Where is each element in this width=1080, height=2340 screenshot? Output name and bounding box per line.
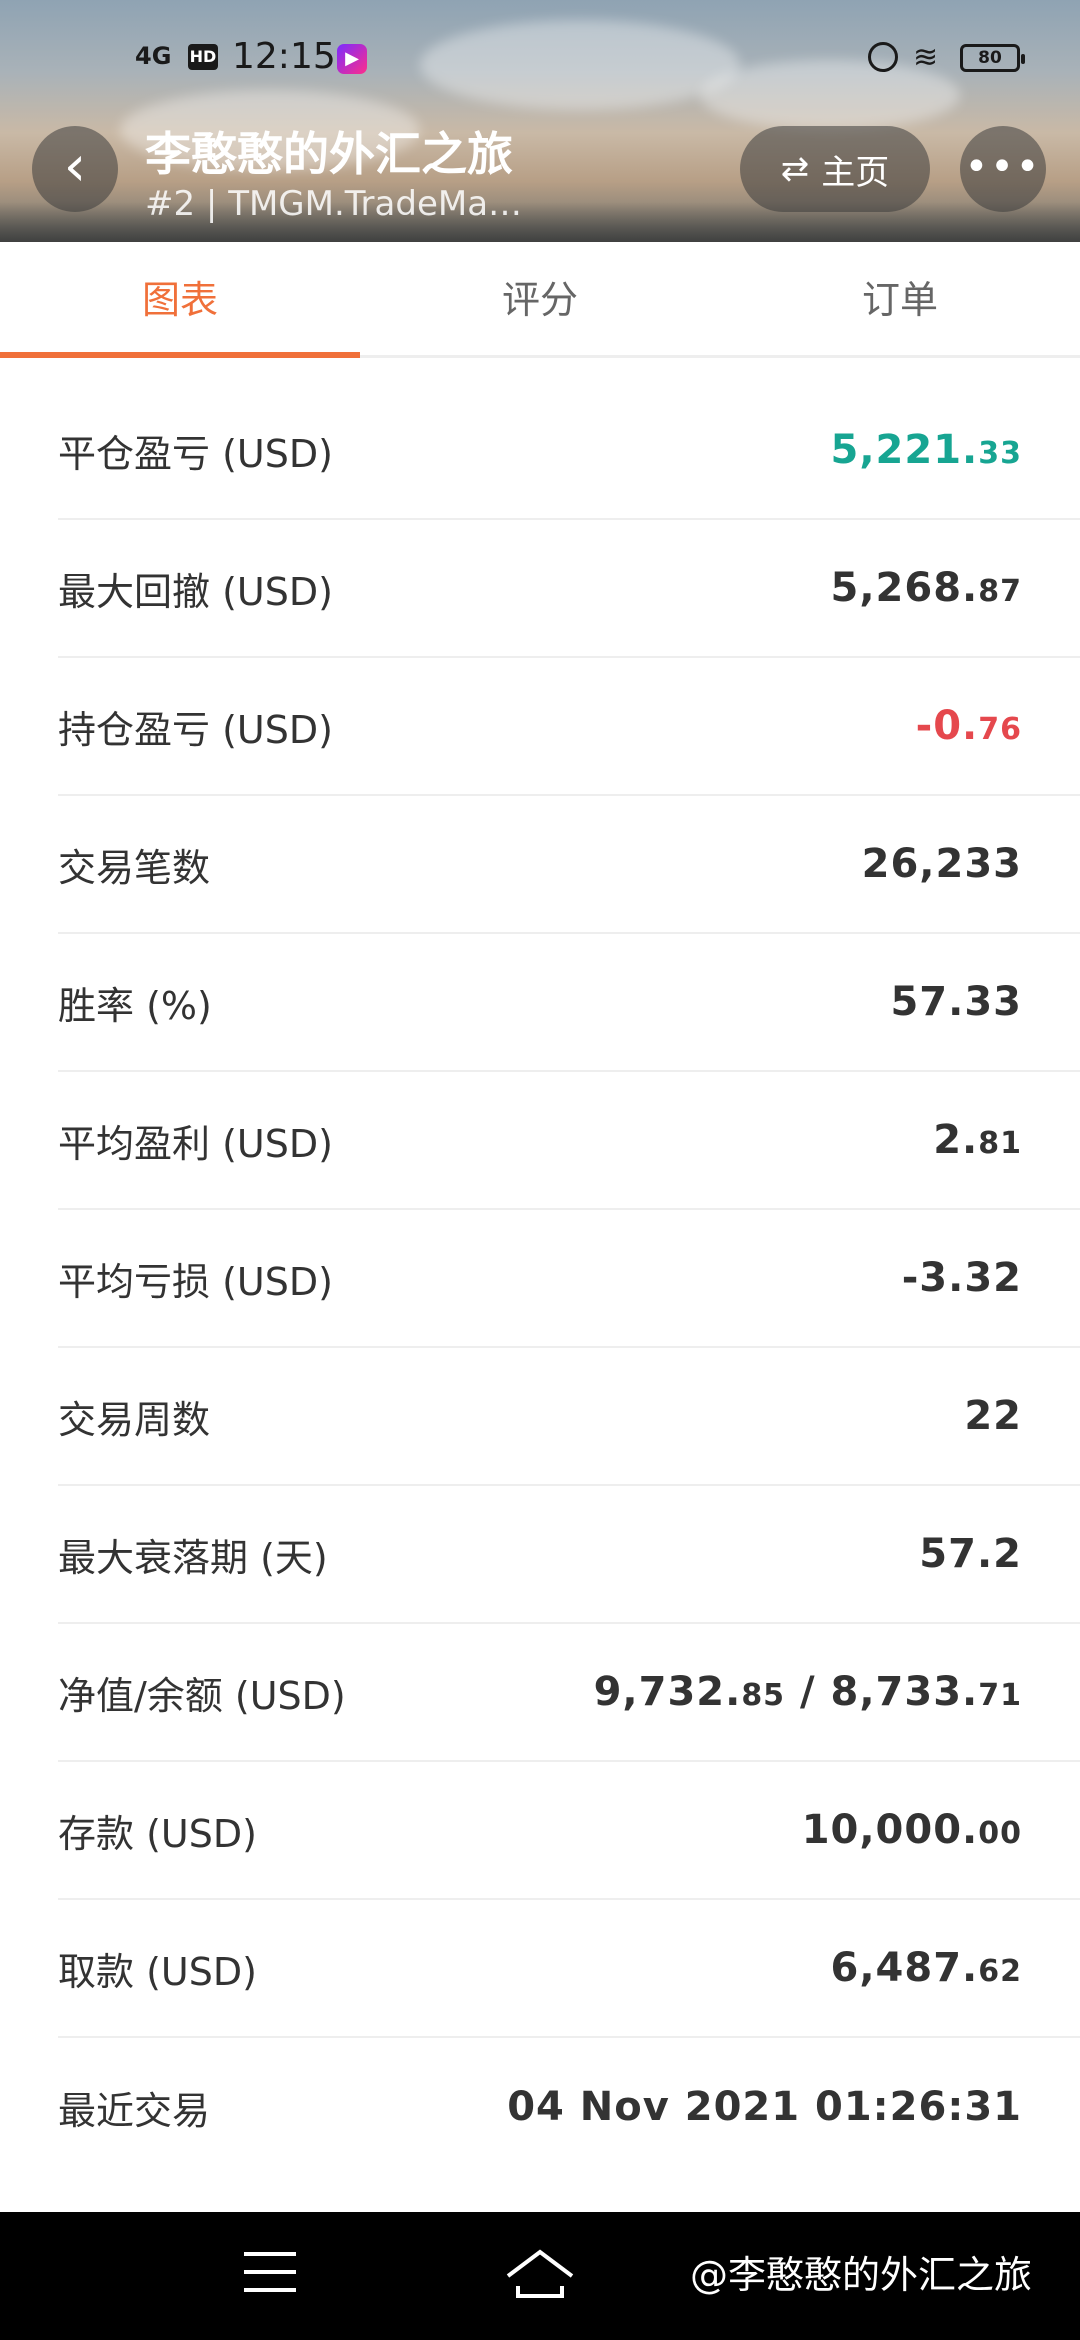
stat-label: 最大衰落期 (天) [58, 1535, 328, 1580]
stat-value: 2.81 [933, 1117, 1022, 1163]
stat-value: 10,000.00 [801, 1807, 1022, 1853]
more-button[interactable]: ••• [960, 126, 1046, 212]
home-button-label: 主页 [821, 152, 890, 193]
battery-icon: 80 [960, 44, 1025, 72]
stat-label: 存款 (USD) [58, 1811, 257, 1856]
stat-label: 交易周数 [58, 1397, 211, 1442]
stat-label: 净值/余额 (USD) [58, 1673, 346, 1718]
stat-row-avg-profit: 平均盈利 (USD) 2.81 [58, 1072, 1080, 1210]
watermark: @李憨憨的外汇之旅 [690, 2253, 1033, 2297]
stat-label: 胜率 (%) [58, 983, 212, 1028]
stat-row-trading-weeks: 交易周数 22 [58, 1348, 1080, 1486]
stat-value: 22 [964, 1393, 1022, 1439]
stat-label: 最近交易 [58, 2088, 211, 2133]
stat-row-withdrawal: 取款 (USD) 6,487.62 [58, 1900, 1080, 2038]
stat-label: 最大回撤 (USD) [58, 569, 333, 614]
stat-row-equity-balance: 净值/余额 (USD) 9,732.85 / 8,733.71 [58, 1624, 1080, 1762]
account-subtitle: #2 | TMGM.TradeMa… [145, 184, 523, 224]
stat-value: 9,732.85 / 8,733.71 [593, 1669, 1022, 1715]
stat-row-closed-pnl: 平仓盈亏 (USD) 5,221.33 [58, 382, 1080, 520]
tab-rating[interactable]: 评分 [360, 242, 720, 355]
stat-label: 交易笔数 [58, 845, 211, 890]
stat-label: 平均盈利 (USD) [58, 1121, 333, 1166]
stat-value: 5,221.33 [830, 427, 1022, 473]
stat-value: 04 Nov 2021 01:26:31 [507, 2084, 1022, 2130]
status-bar: 4G HD 12:15 ▶ ≋ 80 [0, 30, 1080, 90]
stat-value: 57.33 [890, 979, 1022, 1025]
back-button[interactable]: ‹ [32, 126, 118, 212]
page-title: 李憨憨的外汇之旅 [145, 127, 513, 181]
stat-label: 取款 (USD) [58, 1949, 257, 1994]
stat-value: 57.2 [919, 1531, 1022, 1577]
hd-icon: HD [188, 44, 218, 70]
home-button[interactable]: ⇄ 主页 [740, 126, 930, 212]
stat-row-open-pnl: 持仓盈亏 (USD) -0.76 [58, 658, 1080, 796]
tab-chart[interactable]: 图表 [0, 242, 360, 358]
stat-row-deposit: 存款 (USD) 10,000.00 [58, 1762, 1080, 1900]
stat-label: 持仓盈亏 (USD) [58, 707, 333, 752]
stat-value: 5,268.87 [830, 565, 1022, 611]
more-dots-icon: ••• [964, 144, 1042, 190]
chevron-left-icon: ‹ [63, 134, 87, 199]
menu-icon[interactable] [244, 2252, 296, 2296]
home-icon[interactable] [504, 2246, 576, 2302]
stat-value: 6,487.62 [830, 1945, 1022, 1991]
tab-orders[interactable]: 订单 [720, 242, 1080, 355]
stat-row-avg-loss: 平均亏损 (USD) -3.32 [58, 1210, 1080, 1348]
stat-row-last-trade: 最近交易 04 Nov 2021 01:26:31 [58, 2038, 1080, 2176]
stats-list: 平仓盈亏 (USD) 5,221.33 最大回撤 (USD) 5,268.87 … [0, 382, 1080, 2176]
stat-label: 平均亏损 (USD) [58, 1259, 333, 1304]
app-notification-icon: ▶ [337, 44, 367, 74]
system-nav-bar: @李憨憨的外汇之旅 [0, 2212, 1080, 2340]
stat-row-trade-count: 交易笔数 26,233 [58, 796, 1080, 934]
stat-label: 平仓盈亏 (USD) [58, 431, 333, 476]
stat-value: -0.76 [915, 703, 1022, 749]
stat-row-win-rate: 胜率 (%) 57.33 [58, 934, 1080, 1072]
swap-icon: ⇄ [780, 149, 810, 189]
alarm-icon [868, 42, 898, 72]
stat-value: -3.32 [901, 1255, 1022, 1301]
stat-value: 26,233 [861, 841, 1022, 887]
tab-bar: 图表 评分 订单 [0, 242, 1080, 358]
wifi-icon: ≋ [913, 40, 939, 75]
header: 4G HD 12:15 ▶ ≋ 80 ‹ 李憨憨的外汇之旅 #2 | TMGM.… [0, 0, 1080, 242]
clock: 12:15 [232, 36, 336, 77]
stat-row-max-drawdown: 最大回撤 (USD) 5,268.87 [58, 520, 1080, 658]
stat-row-max-decline-period: 最大衰落期 (天) 57.2 [58, 1486, 1080, 1624]
signal-indicator: 4G [135, 42, 172, 70]
